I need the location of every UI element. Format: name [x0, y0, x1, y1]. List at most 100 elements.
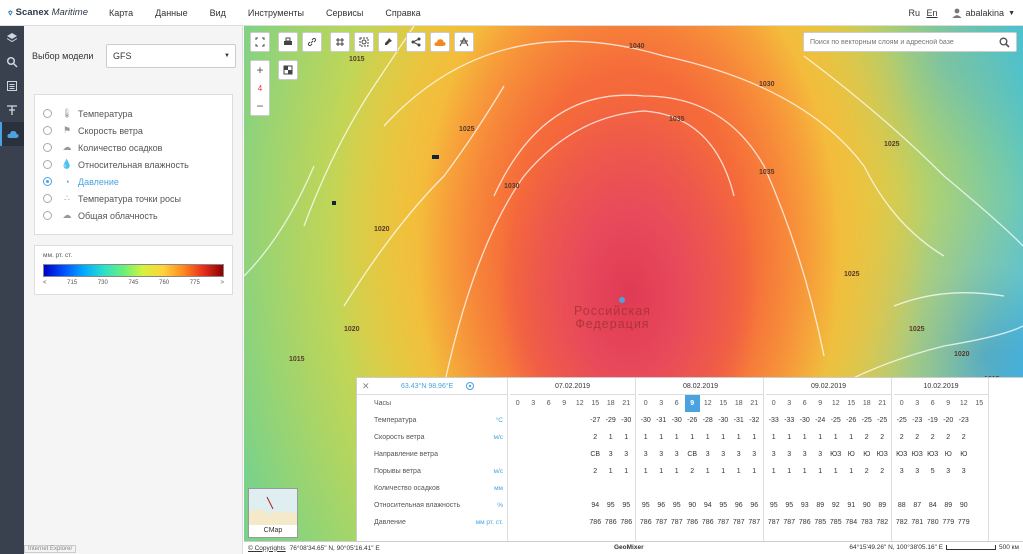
forecast-hour-cell[interactable]: 6: [669, 395, 685, 412]
radio[interactable]: [43, 109, 52, 118]
forecast-hour-cell[interactable]: 6: [541, 395, 557, 412]
radio[interactable]: [43, 126, 52, 135]
forecast-value-cell: -32: [749, 417, 760, 424]
forecast-hour-cell[interactable]: 0: [638, 395, 654, 412]
zoom-out-button[interactable]: −: [251, 97, 269, 115]
minimap[interactable]: CMap: [248, 488, 298, 538]
forecast-value-cell: [700, 480, 716, 497]
forecast-hour-cell[interactable]: 21: [747, 395, 763, 412]
grid-button[interactable]: [330, 32, 350, 52]
zoom-box-button[interactable]: [354, 32, 374, 52]
forecast-value-cell: [572, 412, 588, 429]
text-tool-button[interactable]: [454, 32, 474, 52]
row-unit: м/с: [493, 434, 503, 441]
forecast-hour-cell[interactable]: 3: [910, 395, 926, 412]
pin-button[interactable]: [378, 32, 398, 52]
forecast-hour-cell[interactable]: 3: [654, 395, 670, 412]
forecast-hour-cell[interactable]: 15: [716, 395, 732, 412]
forecast-hour-cell[interactable]: 15: [972, 395, 988, 412]
forecast-hour-cell[interactable]: 3: [782, 395, 798, 412]
layer-pressure[interactable]: ◔ Давление: [43, 173, 224, 190]
layer-dew-point[interactable]: ∴ Температура точки росы: [43, 190, 224, 207]
forecast-hour-cell[interactable]: 12: [572, 395, 588, 412]
search-icon[interactable]: [999, 37, 1010, 48]
forecast-value-cell: 88: [897, 502, 906, 509]
forecast-hour-cell[interactable]: 6: [925, 395, 941, 412]
search-input[interactable]: [810, 38, 990, 46]
geomixer-logo[interactable]: GeoMixer: [614, 544, 644, 551]
lang-en[interactable]: En: [927, 8, 938, 18]
forecast-coordinates: 63.43°N 98.96°E: [401, 382, 454, 390]
forecast-hour-cell[interactable]: 6: [797, 395, 813, 412]
radio[interactable]: [43, 194, 52, 203]
forecast-value-row: 94 95 95: [510, 497, 635, 514]
forecast-hour-cell[interactable]: 0: [766, 395, 782, 412]
menu-data[interactable]: Данные: [144, 8, 199, 18]
layers-button[interactable]: [0, 26, 24, 50]
layer-humidity[interactable]: 💧 Относительная влажность: [43, 156, 224, 173]
model-select[interactable]: GFS ▼: [106, 44, 236, 68]
forecast-hour-cell[interactable]: 18: [859, 395, 875, 412]
share-button[interactable]: [406, 32, 426, 52]
tree-button[interactable]: [0, 98, 24, 122]
layer-cloudiness[interactable]: ☁ Общая облачность: [43, 207, 224, 224]
forecast-value-cell: [941, 480, 957, 497]
logo[interactable]: Scanex Maritime: [0, 6, 88, 20]
zoom-in-button[interactable]: +: [251, 61, 269, 79]
lang-ru[interactable]: Ru: [908, 8, 920, 18]
isobar-label: 1020: [374, 226, 390, 233]
forecast-value-cell: 2: [880, 434, 885, 441]
forecast-hour-cell[interactable]: 21: [619, 395, 635, 412]
close-icon[interactable]: ✕: [362, 381, 370, 392]
forecast-hour-cell[interactable]: 9: [813, 395, 829, 412]
user-icon: [952, 8, 962, 18]
forecast-hour-cell[interactable]: 12: [956, 395, 972, 412]
forecast-hours-row: 0 3 6 9 12 15 18 21: [766, 395, 891, 412]
menu-view[interactable]: Вид: [199, 8, 237, 18]
forecast-value-cell: -26: [846, 417, 857, 424]
forecast-hour-cell[interactable]: 21: [875, 395, 891, 412]
layer-label: Температура точки росы: [78, 193, 181, 204]
isobar-label: 1015: [289, 356, 305, 363]
print-button[interactable]: [278, 32, 298, 52]
forecast-hour-cell[interactable]: 18: [731, 395, 747, 412]
forecast-hour-cell[interactable]: 9: [557, 395, 573, 412]
forecast-hour-cell[interactable]: 9: [941, 395, 957, 412]
menu-map[interactable]: Карта: [98, 8, 144, 18]
search-rail-button[interactable]: [0, 50, 24, 74]
forecast-hour-cell[interactable]: 3: [526, 395, 542, 412]
row-label: Относительная влажность: [374, 502, 461, 509]
fullscreen-button[interactable]: [250, 32, 270, 52]
forecast-hour-cell[interactable]: 9: [684, 395, 700, 412]
menu-tools[interactable]: Инструменты: [237, 8, 315, 18]
menu-help[interactable]: Справка: [374, 8, 431, 18]
location-pin-icon[interactable]: [465, 381, 475, 391]
radio[interactable]: [43, 160, 52, 169]
forecast-hour-cell[interactable]: 12: [828, 395, 844, 412]
list-button[interactable]: [0, 74, 24, 98]
forecast-hour-cell[interactable]: 15: [844, 395, 860, 412]
forecast-value-cell: [541, 480, 557, 497]
isobar-label: 1030: [759, 81, 775, 88]
radio-selected[interactable]: [43, 177, 52, 186]
forecast-hour-cell[interactable]: 0: [894, 395, 910, 412]
link-button[interactable]: [302, 32, 322, 52]
layer-wind-speed[interactable]: ⚑ Скорость ветра: [43, 122, 224, 139]
legend-tick: >: [220, 280, 224, 286]
layer-temperature[interactable]: 🌡 Температура: [43, 105, 224, 122]
forecast-hour-cell[interactable]: 15: [588, 395, 604, 412]
copyrights-link[interactable]: © Copyrights: [248, 545, 286, 552]
forecast-hour-cell[interactable]: 12: [700, 395, 716, 412]
weather-button[interactable]: [0, 122, 24, 146]
forecast-hour-cell[interactable]: 0: [510, 395, 526, 412]
forecast-day: 07.02.2019 0 3 6 9 12 15 18 21 -27 -29 -30 2 1 1 СВ 3 3 2 1…: [508, 378, 636, 542]
weather-layer-button[interactable]: [430, 32, 450, 52]
radio[interactable]: [43, 143, 52, 152]
layer-precipitation[interactable]: ☁ Количество осадков: [43, 139, 224, 156]
basemap-button[interactable]: [278, 60, 298, 80]
menu-services[interactable]: Сервисы: [315, 8, 374, 18]
forecast-value-cell: 90: [959, 502, 968, 509]
radio[interactable]: [43, 211, 52, 220]
user-menu[interactable]: abalakina ▼: [952, 8, 1015, 18]
forecast-hour-cell[interactable]: 18: [603, 395, 619, 412]
